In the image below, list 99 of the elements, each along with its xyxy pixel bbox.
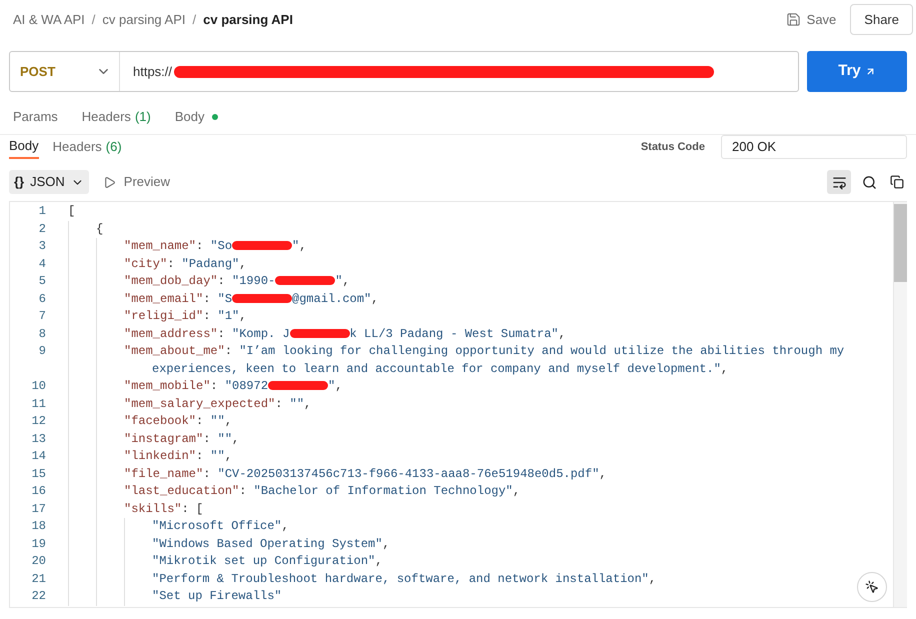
redaction-mark: [290, 328, 350, 338]
response-tab[interactable]: Headers (6): [52, 135, 122, 159]
line-number: 16: [30, 483, 46, 500]
line-number: 15: [30, 466, 46, 482]
json-punctuation: ,: [299, 239, 306, 253]
save-icon: [786, 12, 801, 27]
json-string: "1990-: [232, 274, 276, 288]
code-line: "linkedin": "",: [124, 448, 232, 465]
code-line: "religi_id": "1",: [124, 308, 246, 325]
code-line: "city": "Padang",: [124, 256, 246, 272]
redaction-mark: [268, 381, 328, 390]
try-button[interactable]: Try: [807, 51, 907, 92]
breadcrumb-separator: /: [92, 10, 96, 29]
line-number: 17: [30, 500, 46, 518]
redaction-mark: [232, 241, 292, 250]
line-number: 13: [30, 430, 46, 448]
line-number: 14: [30, 448, 46, 465]
code-line: "skills": [: [124, 500, 204, 518]
code-line: {: [96, 220, 104, 238]
json-string: ": [335, 274, 342, 288]
search-icon: [862, 174, 876, 190]
json-string: ": [292, 239, 300, 253]
code-line: "Microsoft Office",: [152, 518, 289, 535]
breadcrumb-link[interactable]: cv parsing API: [102, 10, 186, 30]
json-punctuation: :: [203, 292, 212, 306]
line-number: 8: [38, 326, 46, 342]
line-number: 19: [30, 536, 46, 552]
code-line: "instagram": "",: [124, 430, 240, 448]
status-code-label: Status Code: [640, 140, 705, 155]
json-punctuation: ,: [371, 292, 378, 306]
json-string: "S: [218, 292, 232, 306]
line-number: 5: [38, 273, 46, 290]
line-number: 11: [30, 396, 46, 412]
code-line: "facebook": "",: [124, 413, 232, 430]
pointer-click-icon: [865, 580, 879, 594]
line-number: 22: [30, 588, 46, 605]
copy-icon: [890, 175, 904, 189]
redaction-mark: [232, 294, 292, 303]
code-line: "Windows Based Operating System",: [152, 536, 390, 552]
code-line: "last_education": "Bachelor of Information Technology",: [124, 483, 520, 500]
braces-icon: {}: [14, 172, 24, 192]
line-number: 2: [38, 220, 46, 238]
line-number: 4: [38, 256, 46, 272]
wrap-text-icon: [832, 174, 846, 190]
json-string: @gmail.com": [292, 292, 372, 306]
code-line: "file_name": "CV-202503137456c713-f966-4133-aaa8-76e51948e0d5.pdf",: [124, 466, 606, 482]
json-punctuation: ,: [558, 326, 566, 340]
request-tab[interactable]: Headers (1): [82, 100, 151, 134]
play-icon: [102, 176, 116, 188]
json-string: "08972: [224, 379, 268, 393]
response-tab[interactable]: Body: [9, 135, 39, 159]
code-line: "Perform & Troubleshoot hardware, software, and network installation",: [152, 570, 656, 588]
code-line: "Set up Firewalls": [152, 588, 282, 605]
code-line: "mem_about_me": "I’am looking for challenging opportunity and would utilize the abilities through my experiences, keen to learn and accountable for company and myself development.",: [124, 343, 846, 378]
line-number: 3: [38, 238, 46, 255]
json-string: k LL/3 Padang - West Sumatra": [350, 326, 558, 340]
json-string: "Komp. J: [232, 326, 290, 340]
url-input[interactable]: https://: [120, 52, 798, 91]
json-punctuation: :: [218, 326, 226, 340]
breadcrumb-link[interactable]: cv parsing API: [203, 10, 293, 30]
code-line: "Mikrotik set up Configuration",: [152, 553, 382, 570]
line-number: 21: [30, 570, 46, 588]
breadcrumb-separator: /: [192, 10, 196, 29]
preview-button[interactable]: Preview: [102, 172, 170, 192]
redaction-mark: [275, 276, 336, 286]
json-punctuation: ,: [342, 274, 350, 288]
status-code-field: 200 OK: [721, 135, 907, 159]
format-dropdown[interactable]: {} JSON: [9, 170, 89, 194]
json-punctuation: ,: [335, 379, 342, 393]
breadcrumb-link[interactable]: AI & WA API: [13, 10, 85, 30]
code-line: "mem_salary_expected": "",: [124, 396, 312, 412]
line-number: 9: [38, 343, 46, 360]
line-number: 20: [30, 553, 46, 570]
line-number: 7: [38, 308, 46, 325]
method-dropdown[interactable]: POST: [10, 52, 120, 91]
save-button[interactable]: Save: [780, 4, 842, 34]
wrap-button[interactable]: [827, 170, 851, 194]
line-number: 12: [30, 413, 46, 430]
json-string: "So: [210, 239, 232, 253]
json-key: "mem_name": [124, 239, 196, 253]
json-key: "mem_email": [124, 292, 204, 306]
line-number: 1: [38, 203, 46, 220]
json-string: ": [328, 379, 336, 393]
json-punctuation: :: [210, 379, 219, 393]
share-button[interactable]: Share: [850, 4, 913, 35]
request-tab[interactable]: Params: [13, 100, 58, 134]
arrow-up-right-icon: [864, 66, 876, 77]
json-key: "mem_mobile": [124, 379, 210, 393]
request-tab[interactable]: Body: [174, 100, 218, 134]
assistant-button[interactable]: [857, 572, 887, 602]
json-punctuation: :: [196, 239, 204, 253]
json-punctuation: :: [218, 274, 226, 288]
line-number: 10: [30, 378, 46, 395]
url-text: https://: [133, 62, 172, 81]
json-key: "mem_dob_day": [124, 274, 218, 288]
line-number: 6: [38, 290, 46, 308]
code-line: [: [68, 203, 76, 220]
line-number: 18: [30, 518, 46, 535]
json-key: "mem_address": [124, 326, 218, 340]
